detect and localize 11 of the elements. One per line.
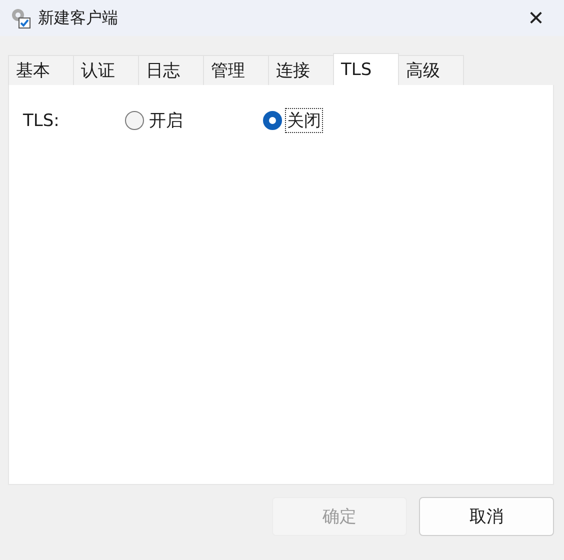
close-button[interactable]: ✕ <box>516 1 556 35</box>
radio-label: 开启 <box>148 110 184 132</box>
radio-button[interactable] <box>125 111 144 130</box>
tab[interactable]: 高级 <box>398 55 464 85</box>
tab[interactable]: 基本 <box>8 55 74 85</box>
tls-label: TLS: <box>23 110 60 130</box>
radio-label: 关闭 <box>286 109 322 132</box>
tab[interactable]: TLS <box>333 53 399 85</box>
cancel-button[interactable]: 取消 <box>419 497 554 536</box>
radio-button[interactable] <box>263 111 282 130</box>
window-title: 新建客户端 <box>38 8 119 28</box>
